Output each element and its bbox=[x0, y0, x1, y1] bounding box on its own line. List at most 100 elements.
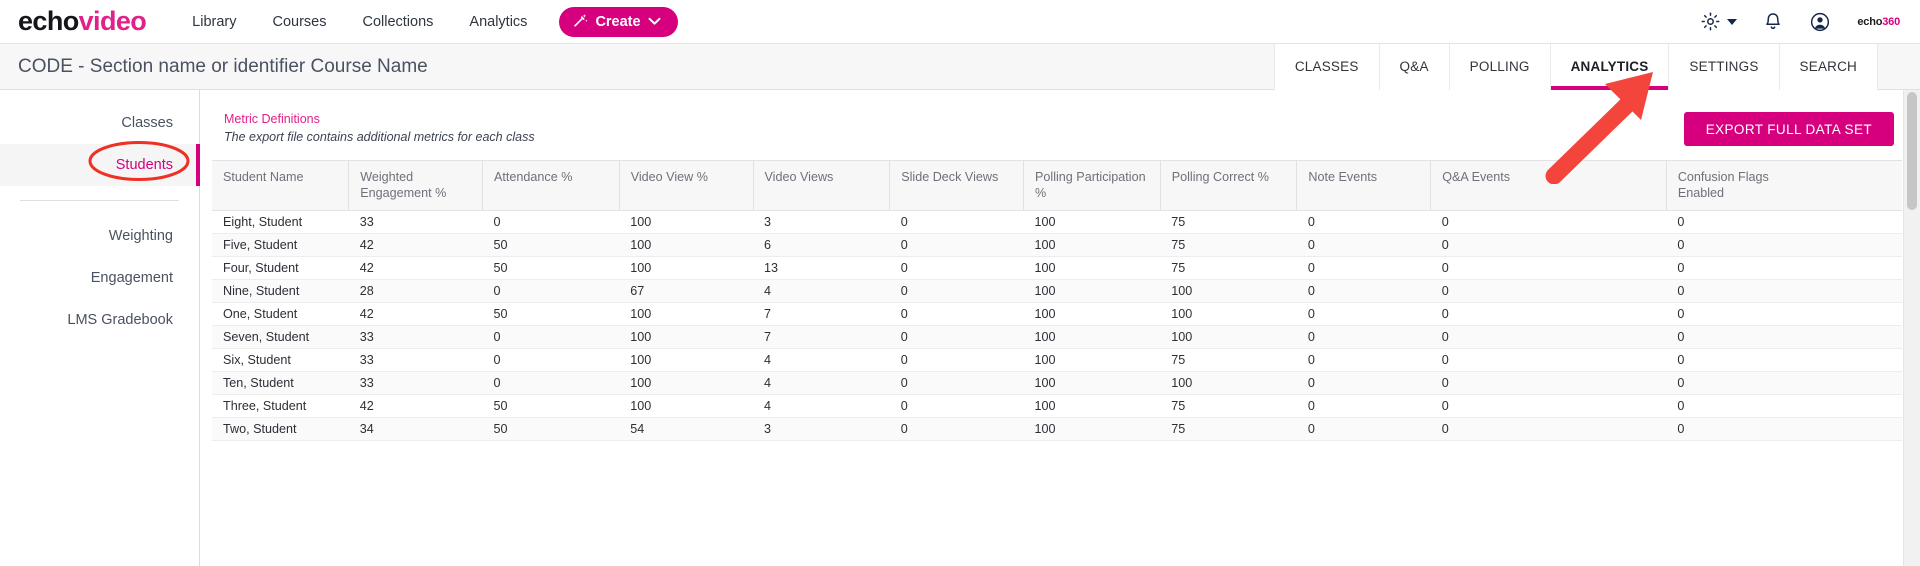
cell-value: 75 bbox=[1160, 233, 1297, 258]
cell-value: 75 bbox=[1160, 417, 1297, 442]
cell-value: 0 bbox=[1296, 325, 1431, 350]
cell-value: 0 bbox=[889, 302, 1024, 327]
scrollbar-thumb[interactable] bbox=[1907, 92, 1917, 210]
sidebar-item-classes[interactable]: Classes bbox=[0, 102, 199, 144]
export-full-data-set-button[interactable]: EXPORT FULL DATA SET bbox=[1683, 112, 1894, 146]
cell-value: 50 bbox=[482, 256, 620, 281]
top-navigation-bar: echo video Library Courses Collections An… bbox=[0, 0, 1920, 44]
column-header-video-views[interactable]: Video Views bbox=[752, 159, 890, 212]
cell-value: 0 bbox=[889, 210, 1024, 235]
cell-value: 6 bbox=[753, 233, 890, 258]
table-row[interactable]: One, Student 42 50 100 7 0 100 100 0 0 0 bbox=[212, 302, 1902, 327]
create-button[interactable]: Create bbox=[559, 6, 678, 37]
cell-value: 100 bbox=[1023, 302, 1161, 327]
column-header-polling-correct[interactable]: Polling Correct % bbox=[1159, 159, 1297, 212]
table-row[interactable]: Three, Student 42 50 100 4 0 100 75 0 0 0 bbox=[212, 394, 1902, 419]
table-row[interactable]: Two, Student 34 50 54 3 0 100 75 0 0 0 bbox=[212, 417, 1902, 442]
column-header-confusion-flags-enabled[interactable]: Confusion Flags Enabled bbox=[1665, 159, 1902, 212]
vertical-scrollbar[interactable] bbox=[1903, 90, 1920, 566]
cell-value: 0 bbox=[1666, 325, 1902, 350]
sidebar-item-engagement[interactable]: Engagement bbox=[0, 257, 199, 299]
cell-value: 0 bbox=[1666, 371, 1902, 396]
tab-polling[interactable]: POLLING bbox=[1448, 43, 1550, 90]
cell-value: 100 bbox=[1160, 279, 1297, 304]
cell-value: 0 bbox=[482, 371, 620, 396]
cell-value: 100 bbox=[619, 325, 753, 350]
content-header: Metric Definitions The export file conta… bbox=[212, 90, 1920, 146]
table-row[interactable]: Ten, Student 33 0 100 4 0 100 100 0 0 0 bbox=[212, 371, 1902, 396]
cell-value: 33 bbox=[348, 348, 483, 373]
course-tab-bar: CLASSES Q&A POLLING ANALYTICS SETTINGS S… bbox=[1273, 43, 1920, 90]
tab-settings[interactable]: SETTINGS bbox=[1668, 43, 1779, 90]
column-header-note-events[interactable]: Note Events bbox=[1296, 159, 1431, 212]
cell-value: 0 bbox=[1430, 210, 1667, 235]
cell-value: 67 bbox=[619, 279, 753, 304]
tab-search[interactable]: SEARCH bbox=[1778, 43, 1878, 90]
tab-classes[interactable]: CLASSES bbox=[1273, 43, 1379, 90]
cell-value: 100 bbox=[1023, 348, 1161, 373]
sidebar-item-lms-gradebook[interactable]: LMS Gradebook bbox=[0, 299, 199, 341]
page-title: CODE - Section name or identifier Course… bbox=[18, 55, 428, 77]
cell-value: 0 bbox=[1430, 417, 1667, 442]
settings-menu-button[interactable] bbox=[1700, 11, 1738, 32]
table-row[interactable]: Six, Student 33 0 100 4 0 100 75 0 0 0 bbox=[212, 348, 1902, 373]
bell-icon bbox=[1766, 12, 1781, 29]
cell-student-name: Four, Student bbox=[212, 256, 349, 281]
primary-nav-links: Library Courses Collections Analytics bbox=[192, 14, 527, 30]
cell-value: 0 bbox=[1430, 348, 1667, 373]
notifications-button[interactable] bbox=[1763, 11, 1783, 33]
table-row[interactable]: Five, Student 42 50 100 6 0 100 75 0 0 0 bbox=[212, 233, 1902, 258]
sidebar-item-students[interactable]: Students bbox=[0, 144, 200, 186]
cell-value: 75 bbox=[1160, 348, 1297, 373]
cell-value: 75 bbox=[1160, 210, 1297, 235]
cell-value: 0 bbox=[1666, 348, 1902, 373]
user-account-button[interactable] bbox=[1809, 11, 1831, 33]
sidebar-item-weighting[interactable]: Weighting bbox=[0, 215, 199, 257]
cell-value: 0 bbox=[1666, 256, 1902, 281]
cell-value: 0 bbox=[1296, 302, 1431, 327]
column-header-video-view[interactable]: Video View % bbox=[618, 159, 753, 212]
chevron-down-icon bbox=[1727, 18, 1738, 25]
cell-value: 0 bbox=[889, 325, 1024, 350]
column-header-weighted-engagement[interactable]: Weighted Engagement % bbox=[348, 159, 483, 212]
tab-qanda[interactable]: Q&A bbox=[1378, 43, 1449, 90]
metric-definitions-link[interactable]: Metric Definitions bbox=[224, 112, 535, 126]
echo360-org-logo: echo360 bbox=[1857, 16, 1900, 28]
column-header-slide-deck-views[interactable]: Slide Deck Views bbox=[889, 159, 1024, 212]
cell-value: 0 bbox=[889, 256, 1024, 281]
cell-value: 100 bbox=[619, 371, 753, 396]
nav-link-analytics[interactable]: Analytics bbox=[469, 14, 527, 30]
cell-value: 42 bbox=[348, 394, 483, 419]
nav-link-collections[interactable]: Collections bbox=[362, 14, 433, 30]
table-row[interactable]: Seven, Student 33 0 100 7 0 100 100 0 0 0 bbox=[212, 325, 1902, 350]
column-header-q-a-events[interactable]: Q&A Events bbox=[1430, 159, 1667, 212]
cell-student-name: Six, Student bbox=[212, 348, 349, 373]
cell-student-name: One, Student bbox=[212, 302, 349, 327]
column-header-polling-participation[interactable]: Polling Participation% bbox=[1023, 159, 1161, 212]
column-header-student-name[interactable]: Student Name bbox=[212, 159, 349, 212]
cell-value: 4 bbox=[753, 394, 890, 419]
cell-student-name: Eight, Student bbox=[212, 210, 349, 235]
metric-definitions-block: Metric Definitions The export file conta… bbox=[224, 112, 535, 144]
cell-value: 0 bbox=[1296, 279, 1431, 304]
echovideo-logo[interactable]: echo video bbox=[18, 6, 147, 37]
cell-value: 0 bbox=[1296, 371, 1431, 396]
cell-value: 50 bbox=[482, 233, 620, 258]
nav-link-courses[interactable]: Courses bbox=[272, 14, 326, 30]
tab-analytics[interactable]: ANALYTICS bbox=[1549, 43, 1669, 90]
table-row[interactable]: Nine, Student 28 0 67 4 0 100 100 0 0 0 bbox=[212, 279, 1902, 304]
org-logo-text-360: 360 bbox=[1882, 15, 1900, 28]
logo-text-echo: echo bbox=[18, 6, 79, 36]
cell-value: 4 bbox=[753, 279, 890, 304]
analytics-content: Metric Definitions The export file conta… bbox=[200, 90, 1920, 566]
nav-link-library[interactable]: Library bbox=[192, 14, 236, 30]
cell-value: 100 bbox=[1023, 371, 1161, 396]
table-row[interactable]: Four, Student 42 50 100 13 0 100 75 0 0 0 bbox=[212, 256, 1902, 281]
cell-value: 0 bbox=[889, 394, 1024, 419]
metric-definitions-note: The export file contains additional metr… bbox=[224, 130, 535, 144]
column-header-attendance[interactable]: Attendance % bbox=[482, 159, 620, 212]
cell-value: 100 bbox=[1023, 325, 1161, 350]
cell-value: 0 bbox=[1296, 256, 1431, 281]
cell-value: 34 bbox=[348, 417, 483, 442]
table-row[interactable]: Eight, Student 33 0 100 3 0 100 75 0 0 0 bbox=[212, 210, 1902, 235]
